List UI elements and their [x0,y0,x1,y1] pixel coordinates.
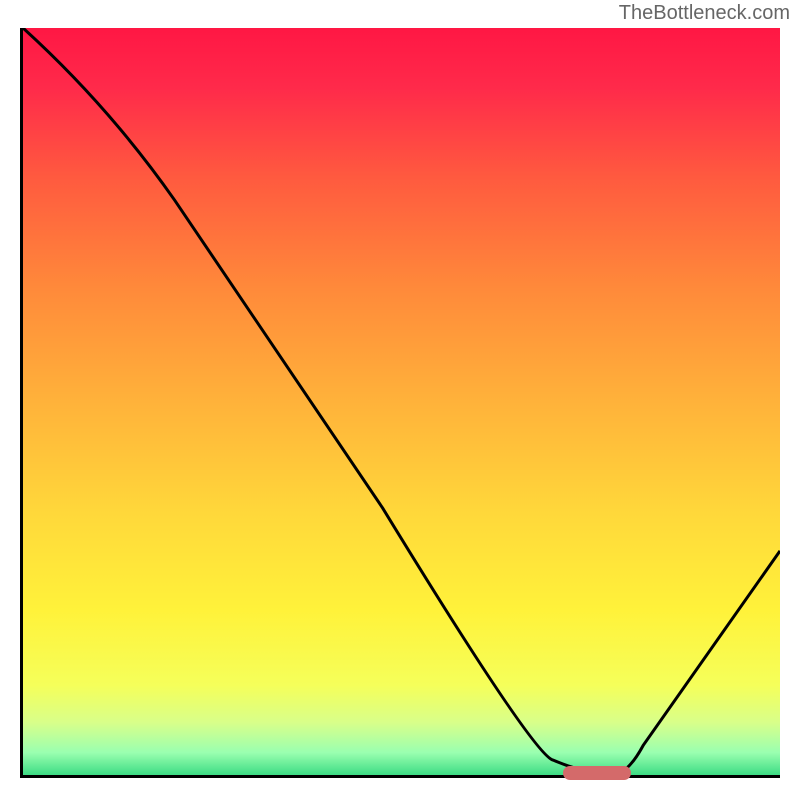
chart-plot-area [20,28,780,778]
watermark-text: TheBottleneck.com [619,2,790,25]
optimal-range-marker [563,766,631,780]
chart-curve [23,28,780,775]
